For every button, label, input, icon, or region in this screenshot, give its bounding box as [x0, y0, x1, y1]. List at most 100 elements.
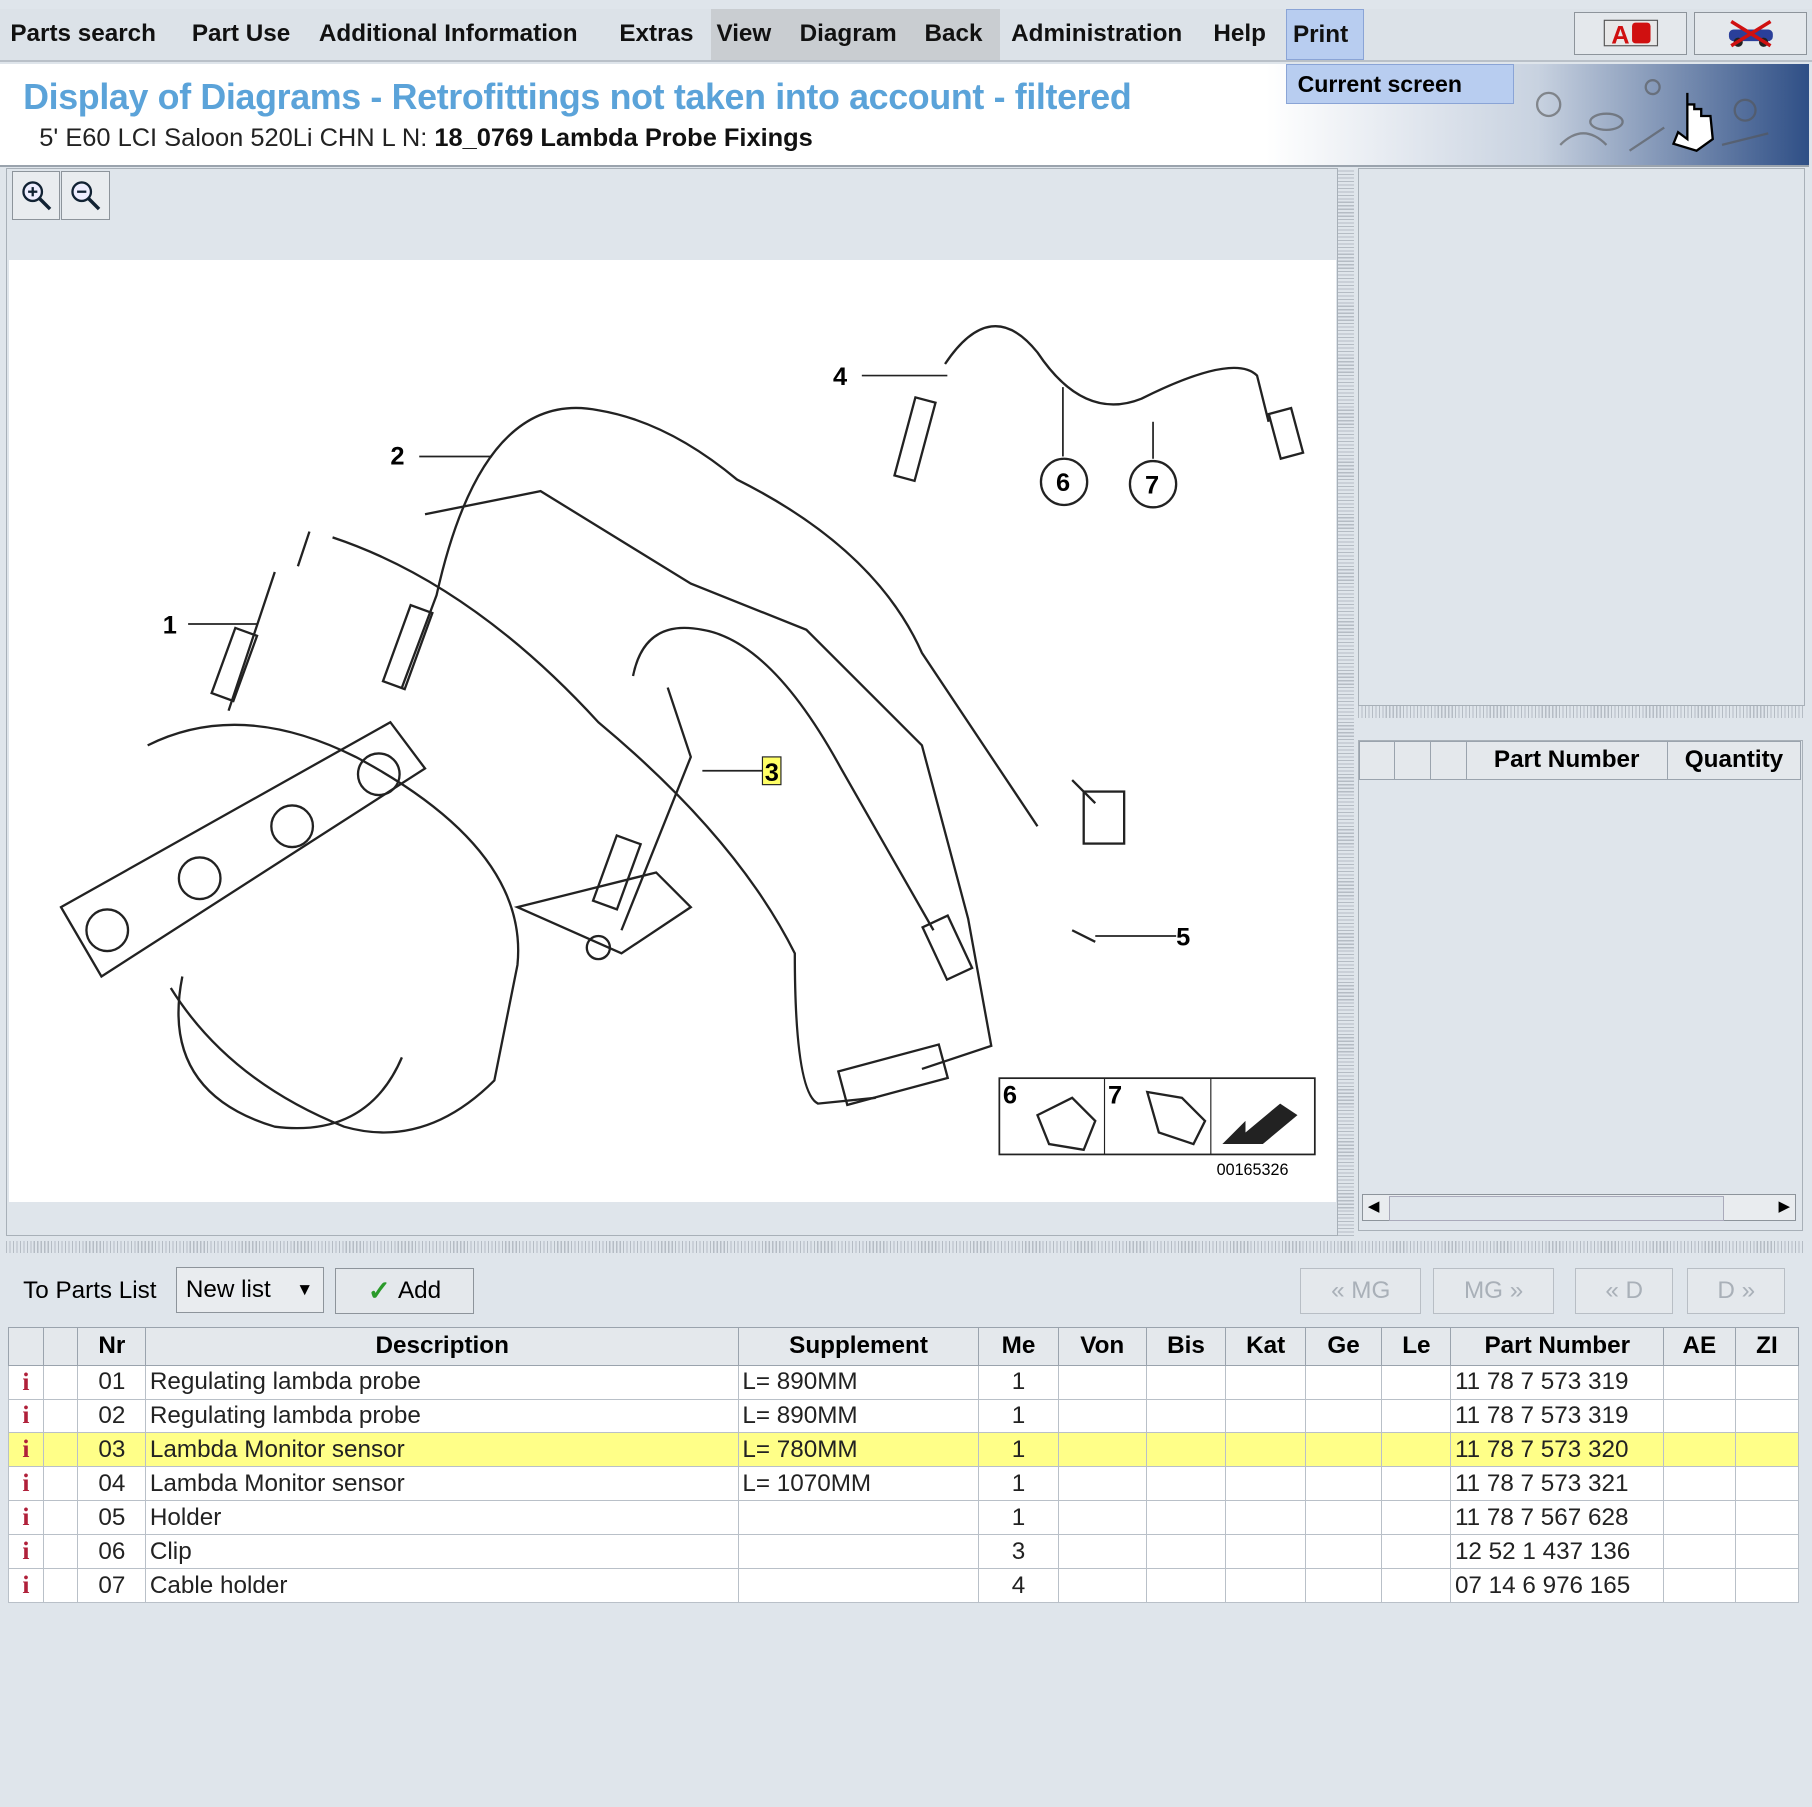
menu-part-use[interactable]: Part Use	[186, 9, 296, 60]
col-nr[interactable]: Nr	[77, 1326, 147, 1366]
col-von[interactable]: Von	[1057, 1326, 1147, 1366]
image-number: 00165326	[1217, 1161, 1289, 1179]
part-number-cell: 07 14 6 976 165	[1450, 1568, 1665, 1604]
zoom-out-icon	[71, 181, 101, 211]
ge-cell	[1304, 1466, 1383, 1502]
callout-6[interactable]: 6	[1056, 469, 1070, 497]
next-d-button[interactable]: D »	[1687, 1267, 1786, 1314]
col-kat[interactable]: Kat	[1225, 1326, 1306, 1366]
menu-print[interactable]: Print	[1286, 9, 1364, 61]
parts-list-select-value: New list	[185, 1275, 271, 1303]
to-parts-list-label: To Parts List	[23, 1276, 157, 1304]
table-row[interactable]: i 07 Cable holder 4 07 14 6 976 165	[8, 1568, 1800, 1604]
callout-2[interactable]: 2	[391, 443, 405, 471]
side-col-part-number[interactable]: Part Number	[1465, 740, 1668, 780]
callout-7[interactable]: 7	[1145, 471, 1159, 499]
table-row[interactable]: i 01 Regulating lambda probe L= 890MM 1 11 78…	[8, 1364, 1800, 1400]
scroll-right-icon[interactable]: ▶	[1778, 1197, 1790, 1215]
part-number-cell: 11 78 7 573 319	[1450, 1364, 1665, 1400]
menu-diagram[interactable]: Diagram	[793, 9, 919, 61]
horizontal-splitter[interactable]	[5, 1241, 1806, 1253]
menu-parts-search[interactable]: Parts search	[5, 9, 162, 60]
blank-cell	[42, 1534, 79, 1570]
zoom-out-button[interactable]	[61, 171, 110, 220]
col-supplement[interactable]: Supplement	[737, 1326, 980, 1366]
ac-button[interactable]: A	[1573, 11, 1688, 56]
description-cell: Clip	[145, 1534, 739, 1570]
vertical-splitter[interactable]	[1338, 167, 1355, 1237]
supplement-cell: L= 1070MM	[737, 1466, 980, 1502]
menu-back[interactable]: Back	[918, 9, 1000, 61]
me-cell: 1	[978, 1500, 1059, 1536]
side-info-panel	[1357, 167, 1806, 707]
callout-4[interactable]: 4	[833, 363, 847, 391]
info-icon[interactable]: i	[8, 1432, 44, 1468]
callout-1[interactable]: 1	[163, 611, 177, 639]
side-splitter[interactable]	[1357, 706, 1806, 718]
diagram-canvas[interactable]: 1 2 3 4 5 6 7 6 7 00165326	[9, 260, 1336, 1202]
zoom-in-button[interactable]	[11, 171, 61, 220]
side-col-2[interactable]	[1394, 740, 1432, 780]
info-icon[interactable]: i	[8, 1534, 44, 1570]
info-icon[interactable]: i	[8, 1500, 44, 1536]
me-cell: 1	[978, 1364, 1059, 1400]
side-col-1[interactable]	[1358, 740, 1396, 780]
info-icon[interactable]: i	[8, 1466, 44, 1502]
col-part-number[interactable]: Part Number	[1450, 1326, 1665, 1366]
zi-cell	[1734, 1364, 1800, 1400]
col-ge[interactable]: Ge	[1304, 1326, 1383, 1366]
menu-additional-information[interactable]: Additional Information	[313, 9, 583, 60]
page-title: Display of Diagrams - Retrofittings not …	[23, 77, 1132, 118]
diagram-group: 18_0769 Lambda Probe Fixings	[434, 123, 813, 152]
zi-cell	[1734, 1500, 1800, 1536]
col-le[interactable]: Le	[1381, 1326, 1452, 1366]
col-zi[interactable]: ZI	[1734, 1326, 1800, 1366]
side-col-quantity[interactable]: Quantity	[1666, 740, 1802, 780]
col-description[interactable]: Description	[145, 1326, 739, 1366]
bis-cell	[1145, 1568, 1227, 1604]
col-blank[interactable]	[42, 1326, 79, 1366]
print-menu-current-screen[interactable]: Current screen	[1286, 63, 1514, 104]
callout-5[interactable]: 5	[1176, 923, 1190, 951]
menu-view[interactable]: View	[710, 9, 794, 61]
zi-cell	[1734, 1432, 1800, 1468]
scrollbar-thumb[interactable]	[1388, 1195, 1724, 1221]
callout-3[interactable]: 3	[765, 759, 779, 787]
car-crossed-icon	[1728, 20, 1773, 48]
col-ae[interactable]: AE	[1663, 1326, 1736, 1366]
side-col-3[interactable]	[1430, 740, 1467, 780]
vehicle-button[interactable]	[1694, 11, 1808, 56]
bis-cell	[1145, 1398, 1227, 1434]
info-icon[interactable]: i	[8, 1364, 44, 1400]
supplement-cell	[737, 1534, 980, 1570]
table-row[interactable]: i 04 Lambda Monitor sensor L= 1070MM 1 11 78 …	[8, 1466, 1800, 1502]
scroll-left-icon[interactable]: ◀	[1368, 1197, 1380, 1215]
horizontal-scrollbar[interactable]: ◀ ▶	[1362, 1193, 1796, 1222]
info-icon[interactable]: i	[8, 1398, 44, 1434]
prev-mg-button[interactable]: « MG	[1300, 1267, 1422, 1314]
app-window: Parts search Part Use Additional Informa…	[0, 0, 1812, 1807]
next-mg-button[interactable]: MG »	[1432, 1267, 1555, 1314]
bis-cell	[1145, 1432, 1227, 1468]
menu-extras[interactable]: Extras	[614, 9, 700, 60]
bis-cell	[1145, 1466, 1227, 1502]
nr-cell: 06	[77, 1534, 147, 1570]
blank-cell	[42, 1466, 79, 1502]
col-info[interactable]	[8, 1326, 44, 1366]
col-bis[interactable]: Bis	[1145, 1326, 1227, 1366]
table-row[interactable]: i 02 Regulating lambda probe L= 890MM 1 11 78…	[8, 1398, 1800, 1434]
prev-d-button[interactable]: « D	[1575, 1267, 1674, 1314]
table-row[interactable]: i 05 Holder 1 11 78 7 567 628	[8, 1500, 1800, 1536]
parts-list-select[interactable]: New list ▼	[175, 1266, 324, 1313]
info-icon[interactable]: i	[8, 1568, 44, 1604]
table-row[interactable]: i 03 Lambda Monitor sensor L= 780MM 1 11 78 7…	[8, 1432, 1800, 1468]
description-cell: Lambda Monitor sensor	[145, 1466, 739, 1502]
table-row[interactable]: i 06 Clip 3 12 52 1 437 136	[8, 1534, 1800, 1570]
ge-cell	[1304, 1534, 1383, 1570]
menu-administration[interactable]: Administration	[1005, 9, 1188, 60]
add-button[interactable]: ✓ Add	[335, 1267, 474, 1314]
part-number-cell: 12 52 1 437 136	[1450, 1534, 1665, 1570]
menu-help[interactable]: Help	[1208, 9, 1272, 60]
parts-table: Nr Description Supplement Me Von Bis Kat Ge Le Pa…	[8, 1326, 1800, 1604]
col-me[interactable]: Me	[978, 1326, 1059, 1366]
